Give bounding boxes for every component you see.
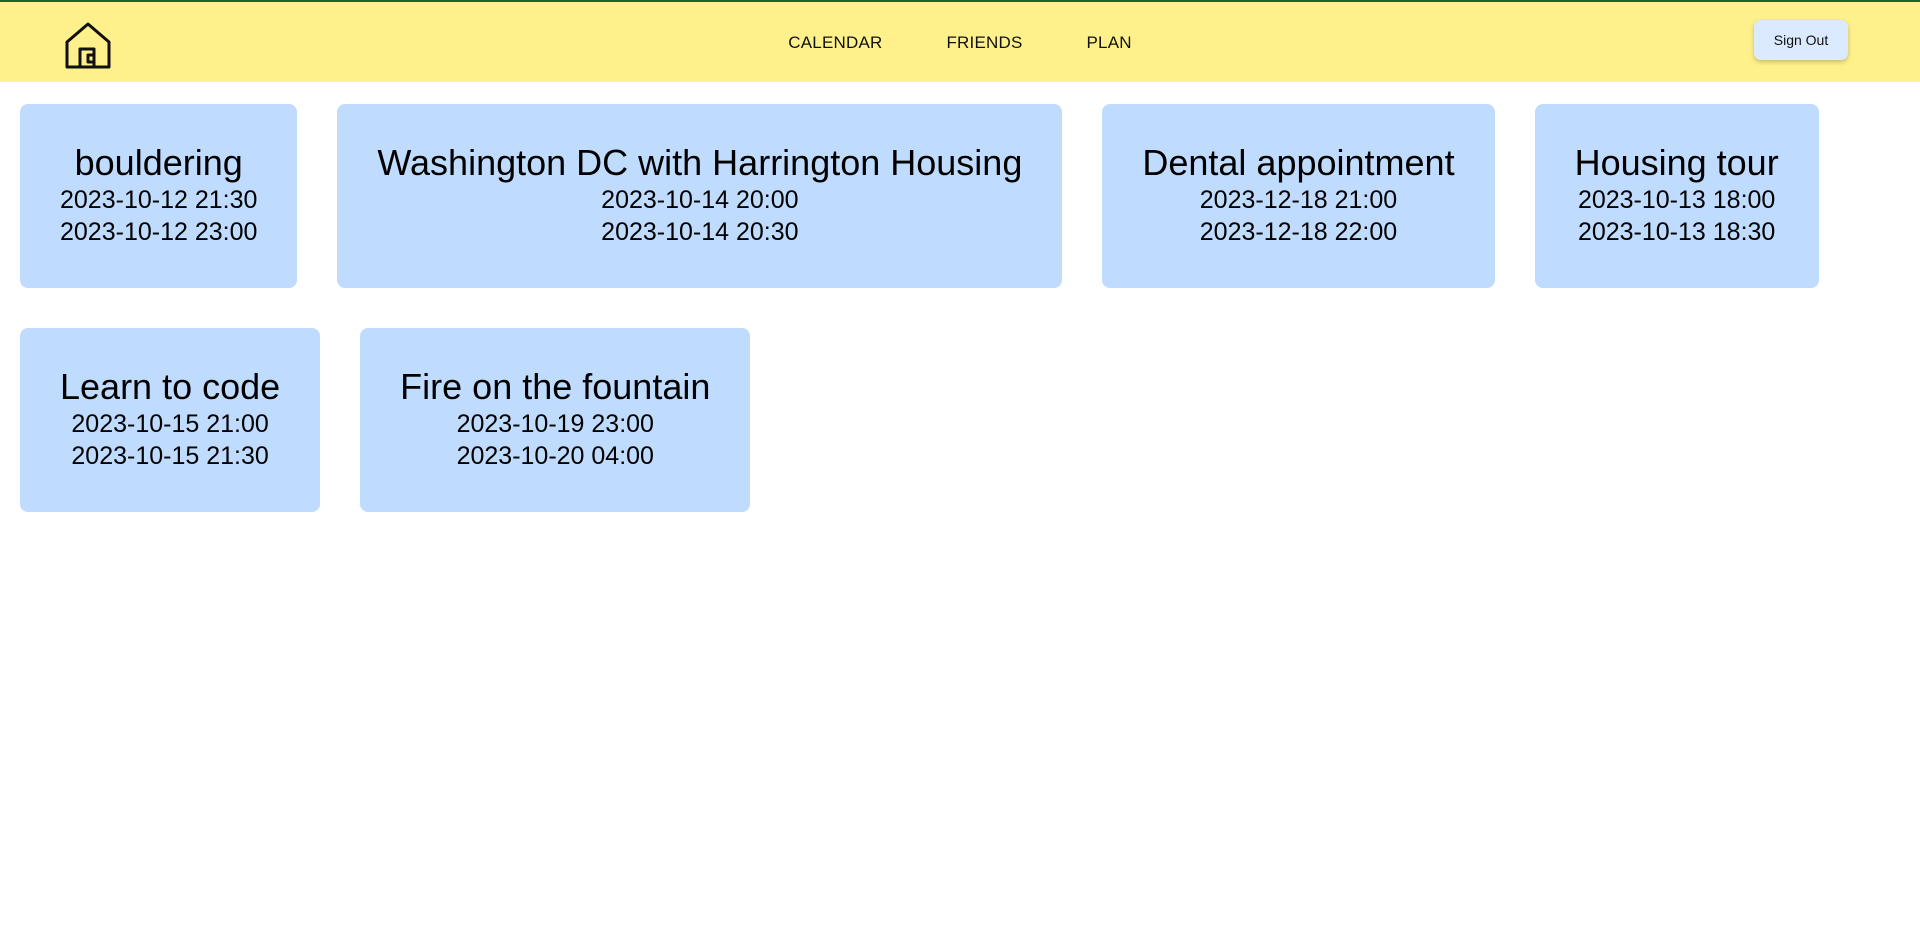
event-title: Housing tour [1574, 142, 1779, 183]
event-start-time: 2023-10-13 18:00 [1577, 186, 1776, 214]
event-end-time: 2023-10-15 21:30 [71, 442, 269, 470]
top-navbar: CALENDAR FRIENDS PLAN Sign Out [0, 0, 1920, 82]
event-title: Learn to code [60, 366, 281, 407]
event-start-time: 2023-10-14 20:00 [601, 186, 799, 214]
event-end-time: 2023-12-18 22:00 [1199, 218, 1398, 246]
home-link[interactable] [64, 20, 112, 70]
event-end-time: 2023-10-20 04:00 [456, 442, 654, 470]
event-card-washington-dc[interactable]: Washington DC with Harrington Housing 20… [337, 104, 1063, 288]
event-start-time: 2023-12-18 21:00 [1199, 186, 1398, 214]
event-title: Dental appointment [1142, 142, 1455, 183]
event-title: Washington DC with Harrington Housing [377, 142, 1023, 183]
house-icon [64, 20, 112, 70]
nav-calendar[interactable]: CALENDAR [788, 33, 882, 53]
event-end-time: 2023-10-13 18:30 [1577, 218, 1776, 246]
event-start-time: 2023-10-15 21:00 [71, 410, 269, 438]
nav-friends[interactable]: FRIENDS [946, 33, 1022, 53]
event-card-dental-appointment[interactable]: Dental appointment 2023-12-18 21:00 2023… [1102, 104, 1495, 288]
main-nav: CALENDAR FRIENDS PLAN [0, 2, 1920, 84]
event-start-time: 2023-10-19 23:00 [456, 410, 654, 438]
event-card-housing-tour[interactable]: Housing tour 2023-10-13 18:00 2023-10-13… [1534, 104, 1819, 288]
event-title: bouldering [74, 142, 243, 183]
event-card-bouldering[interactable]: bouldering 2023-10-12 21:30 2023-10-12 2… [20, 104, 298, 288]
event-card-learn-to-code[interactable]: Learn to code 2023-10-15 21:00 2023-10-1… [20, 328, 321, 512]
event-end-time: 2023-10-14 20:30 [601, 218, 799, 246]
event-list: bouldering 2023-10-12 21:30 2023-10-12 2… [20, 104, 1900, 512]
event-end-time: 2023-10-12 23:00 [60, 218, 258, 246]
event-title: Fire on the fountain [400, 366, 711, 407]
sign-out-button[interactable]: Sign Out [1754, 20, 1848, 60]
event-start-time: 2023-10-12 21:30 [60, 186, 258, 214]
nav-plan[interactable]: PLAN [1087, 33, 1132, 53]
event-card-fire-on-the-fountain[interactable]: Fire on the fountain 2023-10-19 23:00 20… [360, 328, 751, 512]
